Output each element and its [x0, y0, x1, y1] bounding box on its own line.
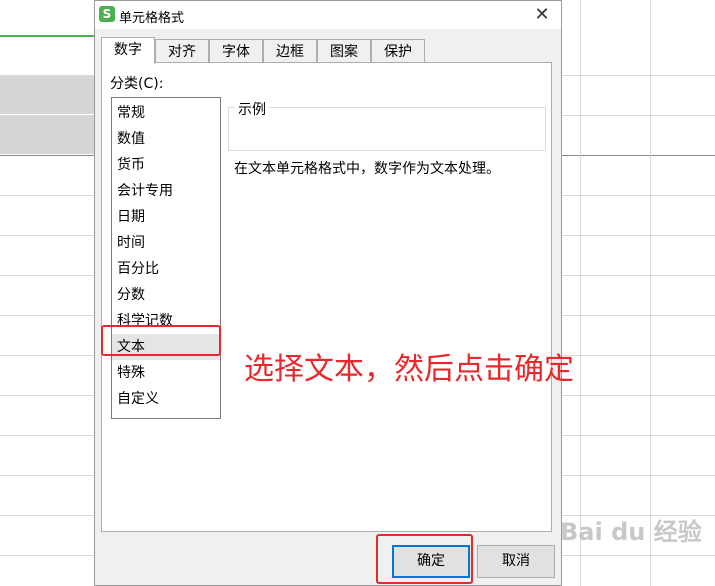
title-bar: S 单元格格式 ✕ — [95, 1, 561, 29]
category-item-general[interactable]: 常规 — [112, 100, 220, 126]
category-item-currency[interactable]: 货币 — [112, 152, 220, 178]
category-item-fraction[interactable]: 分数 — [112, 282, 220, 308]
format-cells-dialog: S 单元格格式 ✕ 数字 对齐 字体 边框 图案 保护 分类(C): 常规 数值… — [94, 0, 562, 586]
selected-cell-row-2 — [0, 116, 95, 154]
tab-pattern[interactable]: 图案 — [317, 39, 371, 63]
tab-border[interactable]: 边框 — [263, 39, 317, 63]
tab-font[interactable]: 字体 — [209, 39, 263, 63]
number-tab-panel: 分类(C): 常规 数值 货币 会计专用 日期 时间 百分比 分数 科学记数 文… — [101, 62, 552, 532]
tab-alignment[interactable]: 对齐 — [155, 39, 209, 63]
category-item-special[interactable]: 特殊 — [112, 360, 220, 386]
category-item-time[interactable]: 时间 — [112, 230, 220, 256]
tab-number[interactable]: 数字 — [101, 37, 155, 64]
baidu-watermark-logo: Bai du 经验 — [560, 518, 702, 546]
grid-line — [650, 0, 651, 586]
green-border-line — [0, 35, 95, 37]
category-item-custom[interactable]: 自定义 — [112, 386, 220, 412]
cancel-button[interactable]: 取消 — [477, 545, 555, 578]
highlight-text-item — [101, 325, 221, 356]
wps-sheet-icon: S — [99, 6, 115, 22]
dialog-title: 单元格格式 — [119, 11, 185, 26]
category-item-accounting[interactable]: 会计专用 — [112, 178, 220, 204]
format-description: 在文本单元格格式中，数字作为文本处理。 — [234, 161, 500, 177]
close-icon[interactable]: ✕ — [531, 4, 553, 26]
category-item-number[interactable]: 数值 — [112, 126, 220, 152]
tab-protection[interactable]: 保护 — [371, 39, 425, 63]
category-item-date[interactable]: 日期 — [112, 204, 220, 230]
highlight-ok-button — [376, 534, 473, 584]
sample-label: 示例 — [235, 99, 269, 119]
category-list[interactable]: 常规 数值 货币 会计专用 日期 时间 百分比 分数 科学记数 文本 特殊 自定… — [111, 97, 221, 419]
sample-group: 示例 — [228, 99, 546, 151]
selected-cell-row-1 — [0, 76, 95, 114]
category-label: 分类(C): — [110, 76, 164, 92]
instruction-annotation: 选择文本，然后点击确定 — [244, 352, 574, 387]
category-item-percentage[interactable]: 百分比 — [112, 256, 220, 282]
grid-line — [580, 0, 581, 586]
